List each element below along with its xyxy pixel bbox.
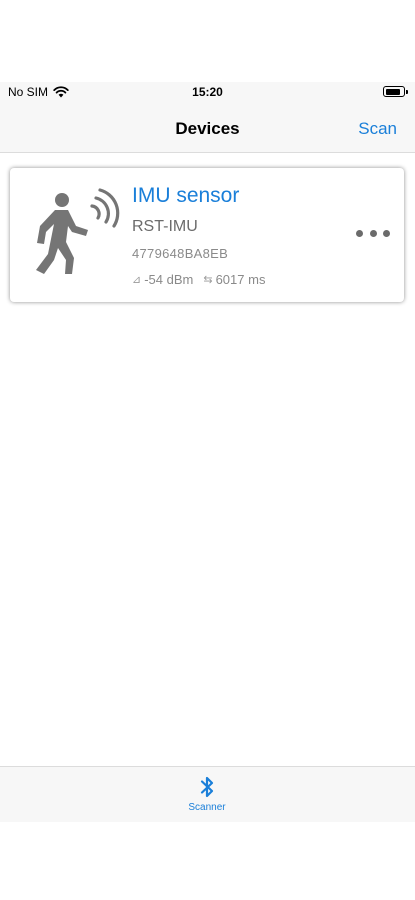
device-id: 4779648BA8EB bbox=[132, 246, 229, 261]
tab-bar: Scanner bbox=[0, 766, 415, 822]
app-screen: No SIM 15:20 Devices Scan IMU sensor RST… bbox=[0, 0, 415, 900]
more-dot-icon bbox=[383, 229, 390, 237]
device-interval: 6017 ms bbox=[215, 272, 266, 287]
more-options-button[interactable] bbox=[356, 226, 390, 240]
interval-arrows-icon: ⇆ bbox=[203, 274, 213, 286]
signal-strength-icon: ⊿ bbox=[132, 274, 142, 286]
status-bar: No SIM 15:20 bbox=[0, 82, 415, 102]
bluetooth-icon bbox=[200, 776, 214, 798]
device-name: IMU sensor bbox=[132, 184, 240, 207]
walking-person-signal-icon bbox=[36, 188, 120, 274]
device-card[interactable]: IMU sensor RST-IMU 4779648BA8EB ⊿ -54 dB… bbox=[10, 168, 404, 302]
more-dot-icon bbox=[369, 229, 377, 237]
top-chrome: No SIM 15:20 Devices Scan bbox=[0, 82, 415, 153]
battery-fill bbox=[385, 88, 400, 95]
device-model: RST-IMU bbox=[132, 218, 198, 235]
device-meta: ⊿ -54 dBm ⇆ 6017 ms bbox=[132, 272, 265, 287]
tab-scanner-label: Scanner bbox=[188, 802, 226, 813]
battery-icon bbox=[383, 86, 408, 97]
battery-tip bbox=[406, 89, 408, 94]
scan-button[interactable]: Scan bbox=[358, 119, 397, 139]
more-dot-icon bbox=[356, 229, 363, 237]
device-rssi: -54 dBm bbox=[144, 272, 194, 287]
navigation-bar: Devices Scan bbox=[0, 112, 415, 152]
tab-scanner[interactable]: Scanner bbox=[157, 775, 257, 819]
status-time: 15:20 bbox=[192, 85, 223, 99]
page-title: Devices bbox=[175, 119, 240, 138]
